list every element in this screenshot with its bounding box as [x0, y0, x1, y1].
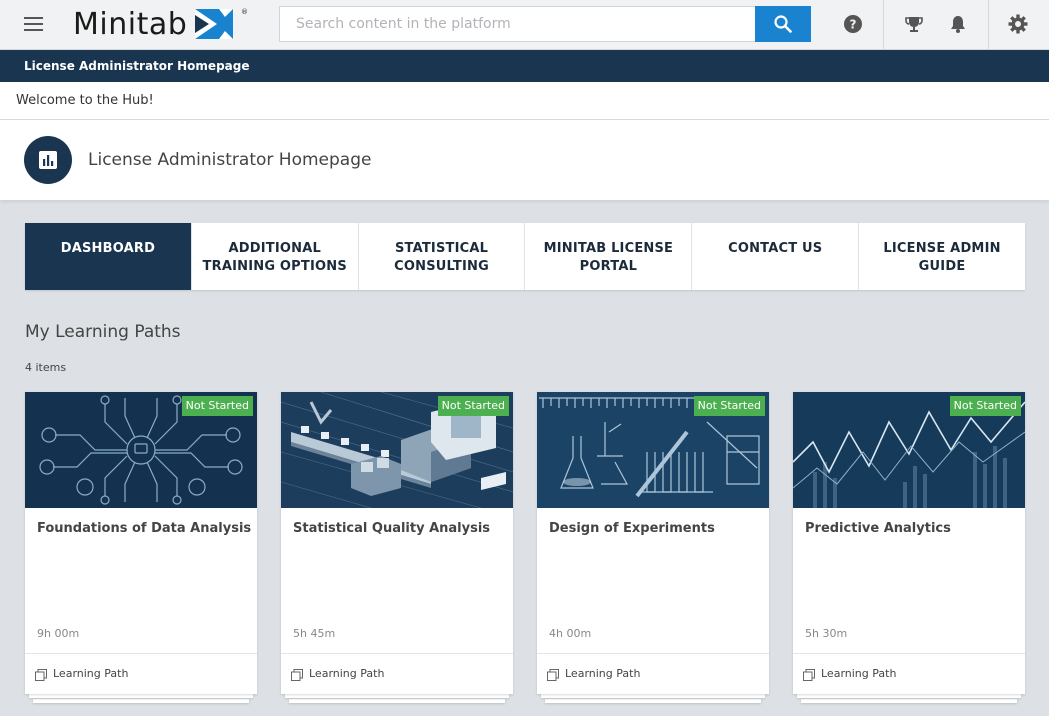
- svg-text:?: ?: [850, 18, 857, 32]
- learning-path-card[interactable]: Not Started Foundations of Data Analysis…: [25, 392, 257, 694]
- tab-dashboard[interactable]: DASHBOARD: [25, 223, 192, 290]
- search-button[interactable]: [755, 6, 811, 42]
- welcome-banner: Welcome to the Hub!: [0, 82, 1049, 120]
- logo-text: Minitab: [73, 6, 188, 42]
- menu-icon[interactable]: [24, 17, 43, 31]
- tab-statistical-consulting[interactable]: STATISTICAL CONSULTING: [359, 223, 526, 290]
- learning-path-icon: [547, 669, 559, 681]
- search-icon: [774, 15, 792, 33]
- breadcrumb-band: License Administrator Homepage: [0, 50, 1049, 82]
- card-duration: 5h 45m: [293, 627, 336, 640]
- learning-path-icon: [35, 669, 47, 681]
- card-stack-shadow: [545, 699, 761, 703]
- card-title[interactable]: Design of Experiments: [549, 521, 715, 536]
- registered-mark: ®: [241, 8, 248, 16]
- card-stack-shadow: [797, 694, 1021, 698]
- card-stack-shadow: [801, 699, 1017, 703]
- card-title[interactable]: Predictive Analytics: [805, 521, 951, 536]
- status-badge: Not Started: [181, 396, 253, 416]
- logo-mark-icon: [195, 9, 234, 39]
- status-badge: Not Started: [949, 396, 1021, 416]
- trophy-icon[interactable]: [902, 12, 926, 36]
- card-footer: Learning Path: [537, 653, 769, 694]
- card-title[interactable]: Statistical Quality Analysis: [293, 521, 490, 536]
- card-type: Learning Path: [53, 667, 129, 680]
- minitab-logo[interactable]: Minitab: [73, 6, 235, 42]
- gear-icon[interactable]: [1006, 12, 1030, 36]
- learning-path-card[interactable]: Not Started Predictive Analytics 5h 30m …: [793, 392, 1025, 694]
- card-stack-shadow: [33, 699, 249, 703]
- tab-contact-us[interactable]: CONTACT US: [692, 223, 860, 290]
- divider: [883, 0, 884, 50]
- learning-path-icon: [803, 669, 815, 681]
- card-stack-shadow: [285, 694, 509, 698]
- card-duration: 9h 00m: [37, 627, 80, 640]
- learning-path-card[interactable]: Not Started Design of Experiments 4h 00m…: [537, 392, 769, 694]
- bell-icon[interactable]: [946, 12, 970, 36]
- card-duration: 4h 00m: [549, 627, 592, 640]
- tab-additional-training-options[interactable]: ADDITIONAL TRAINING OPTIONS: [192, 223, 359, 290]
- card-thumbnail: Not Started: [793, 392, 1025, 508]
- status-badge: Not Started: [437, 396, 509, 416]
- card-type: Learning Path: [565, 667, 641, 680]
- card-title[interactable]: Foundations of Data Analysis: [37, 521, 251, 536]
- page-header: License Administrator Homepage: [0, 120, 1049, 200]
- card-footer: Learning Path: [281, 653, 513, 694]
- items-count: 4 items: [25, 361, 67, 374]
- page-title: License Administrator Homepage: [88, 150, 372, 170]
- card-footer: Learning Path: [25, 653, 257, 694]
- card-type: Learning Path: [309, 667, 385, 680]
- section-title: My Learning Paths: [25, 322, 181, 342]
- tab-bar: DASHBOARD ADDITIONAL TRAINING OPTIONS ST…: [25, 223, 1025, 290]
- divider: [988, 0, 989, 50]
- card-thumbnail: Not Started: [537, 392, 769, 508]
- top-bar: Minitab ® ?: [0, 0, 1049, 50]
- help-icon[interactable]: ?: [841, 12, 865, 36]
- card-footer: Learning Path: [793, 653, 1025, 694]
- band-title[interactable]: License Administrator Homepage: [24, 59, 249, 73]
- bar-chart-icon: [24, 136, 72, 184]
- learning-path-icon: [291, 669, 303, 681]
- card-stack-shadow: [289, 699, 505, 703]
- card-thumbnail: Not Started: [281, 392, 513, 508]
- tab-license-admin-guide[interactable]: LICENSE ADMIN GUIDE: [859, 223, 1025, 290]
- learning-path-card[interactable]: Not Started Statistical Quality Analysis…: [281, 392, 513, 694]
- search-box: [279, 6, 811, 42]
- status-badge: Not Started: [693, 396, 765, 416]
- search-input[interactable]: [280, 7, 755, 41]
- welcome-text: Welcome to the Hub!: [16, 93, 154, 108]
- card-thumbnail: Not Started: [25, 392, 257, 508]
- card-stack-shadow: [541, 694, 765, 698]
- card-type: Learning Path: [821, 667, 897, 680]
- card-duration: 5h 30m: [805, 627, 848, 640]
- tab-minitab-license-portal[interactable]: MINITAB LICENSE PORTAL: [525, 223, 693, 290]
- card-stack-shadow: [29, 694, 253, 698]
